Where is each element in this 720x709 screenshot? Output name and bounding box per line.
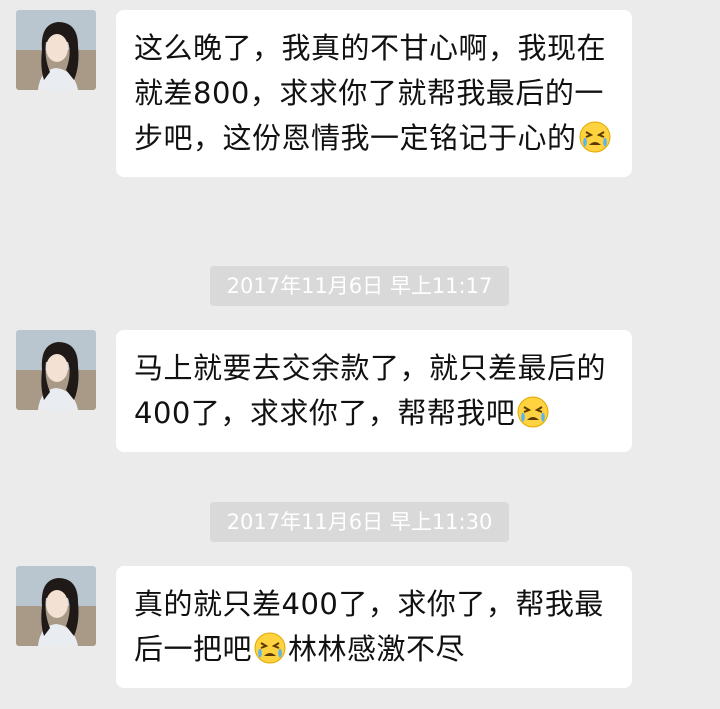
message-text-segment: 林林感激不尽 [288, 632, 466, 666]
avatar[interactable] [16, 566, 96, 646]
timestamp: 2017年11月6日 早上11:17 [210, 266, 509, 306]
timestamp: 2017年11月6日 早上11:30 [210, 502, 509, 542]
avatar[interactable] [16, 330, 96, 410]
message-bubble[interactable]: 马上就要去交余款了，就只差最后的400了，求求你了，帮帮我吧 [116, 330, 632, 452]
message-text-segment: 这么晚了，我真的不甘心啊，我现在就差800，求求你了就帮我最后的一步吧，这份恩情… [134, 31, 607, 155]
avatar[interactable] [16, 10, 96, 90]
message-text: 这么晚了，我真的不甘心啊，我现在就差800，求求你了就帮我最后的一步吧，这份恩情… [134, 26, 614, 161]
message-text: 马上就要去交余款了，就只差最后的400了，求求你了，帮帮我吧 [134, 346, 614, 436]
avatar-photo [16, 10, 96, 90]
message-bubble[interactable]: 真的就只差400了，求你了，帮我最后一把吧 林林感激不尽 [116, 566, 632, 688]
crying-face-icon [254, 632, 286, 664]
avatar-photo [16, 566, 96, 646]
chat-history[interactable]: 这么晚了，我真的不甘心啊，我现在就差800，求求你了就帮我最后的一步吧，这份恩情… [0, 0, 720, 709]
message-bubble[interactable]: 这么晚了，我真的不甘心啊，我现在就差800，求求你了就帮我最后的一步吧，这份恩情… [116, 10, 632, 177]
message-text: 真的就只差400了，求你了，帮我最后一把吧 林林感激不尽 [134, 582, 614, 672]
crying-face-icon [579, 121, 611, 153]
avatar-photo [16, 330, 96, 410]
crying-face-icon [517, 396, 549, 428]
